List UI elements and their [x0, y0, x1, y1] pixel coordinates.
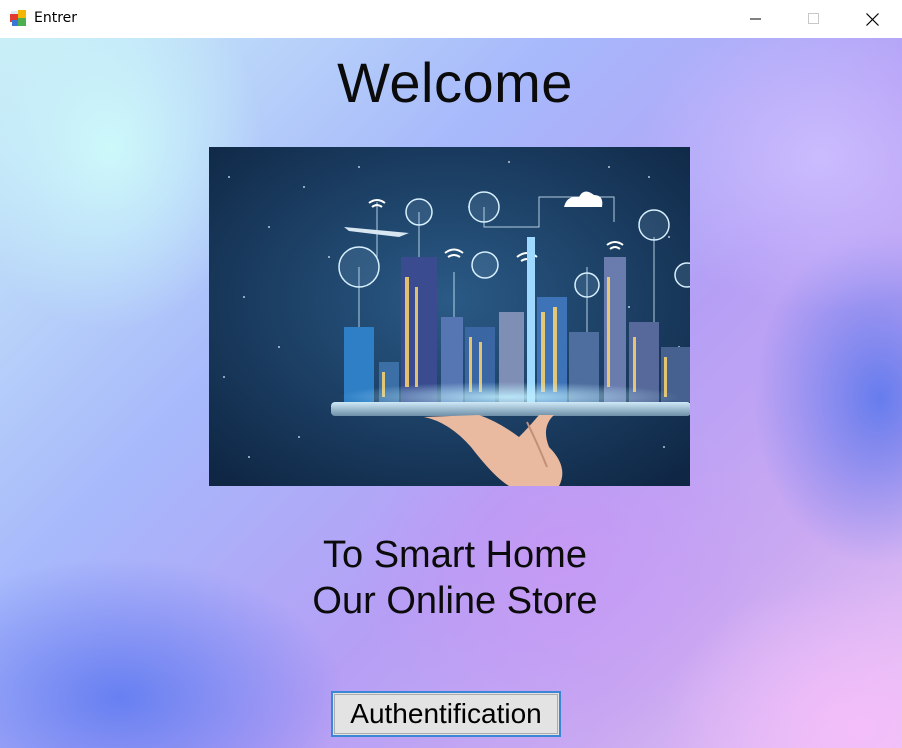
welcome-heading: Welcome [337, 51, 573, 114]
window-title: Entrer [34, 10, 78, 26]
maximize-icon [808, 13, 819, 24]
smart-city-illustration [209, 147, 690, 486]
close-icon [865, 12, 879, 26]
subtitle-line-2: Our Online Store [312, 580, 598, 622]
minimize-button[interactable] [727, 0, 785, 38]
minimize-icon [750, 18, 761, 20]
app-icon [10, 10, 26, 26]
authentification-button[interactable]: Authentification [331, 691, 561, 737]
smart-city-picture [209, 147, 690, 486]
title-bar: Entrer [0, 0, 902, 38]
close-button[interactable] [843, 0, 901, 38]
subtitle-line-1: To Smart Home [323, 534, 587, 576]
maximize-button[interactable] [785, 0, 843, 38]
form-client-area: Welcome To Smart Home Our Online Store A… [0, 38, 902, 748]
store-subtitle: To Smart Home Our Online Store [290, 532, 620, 624]
